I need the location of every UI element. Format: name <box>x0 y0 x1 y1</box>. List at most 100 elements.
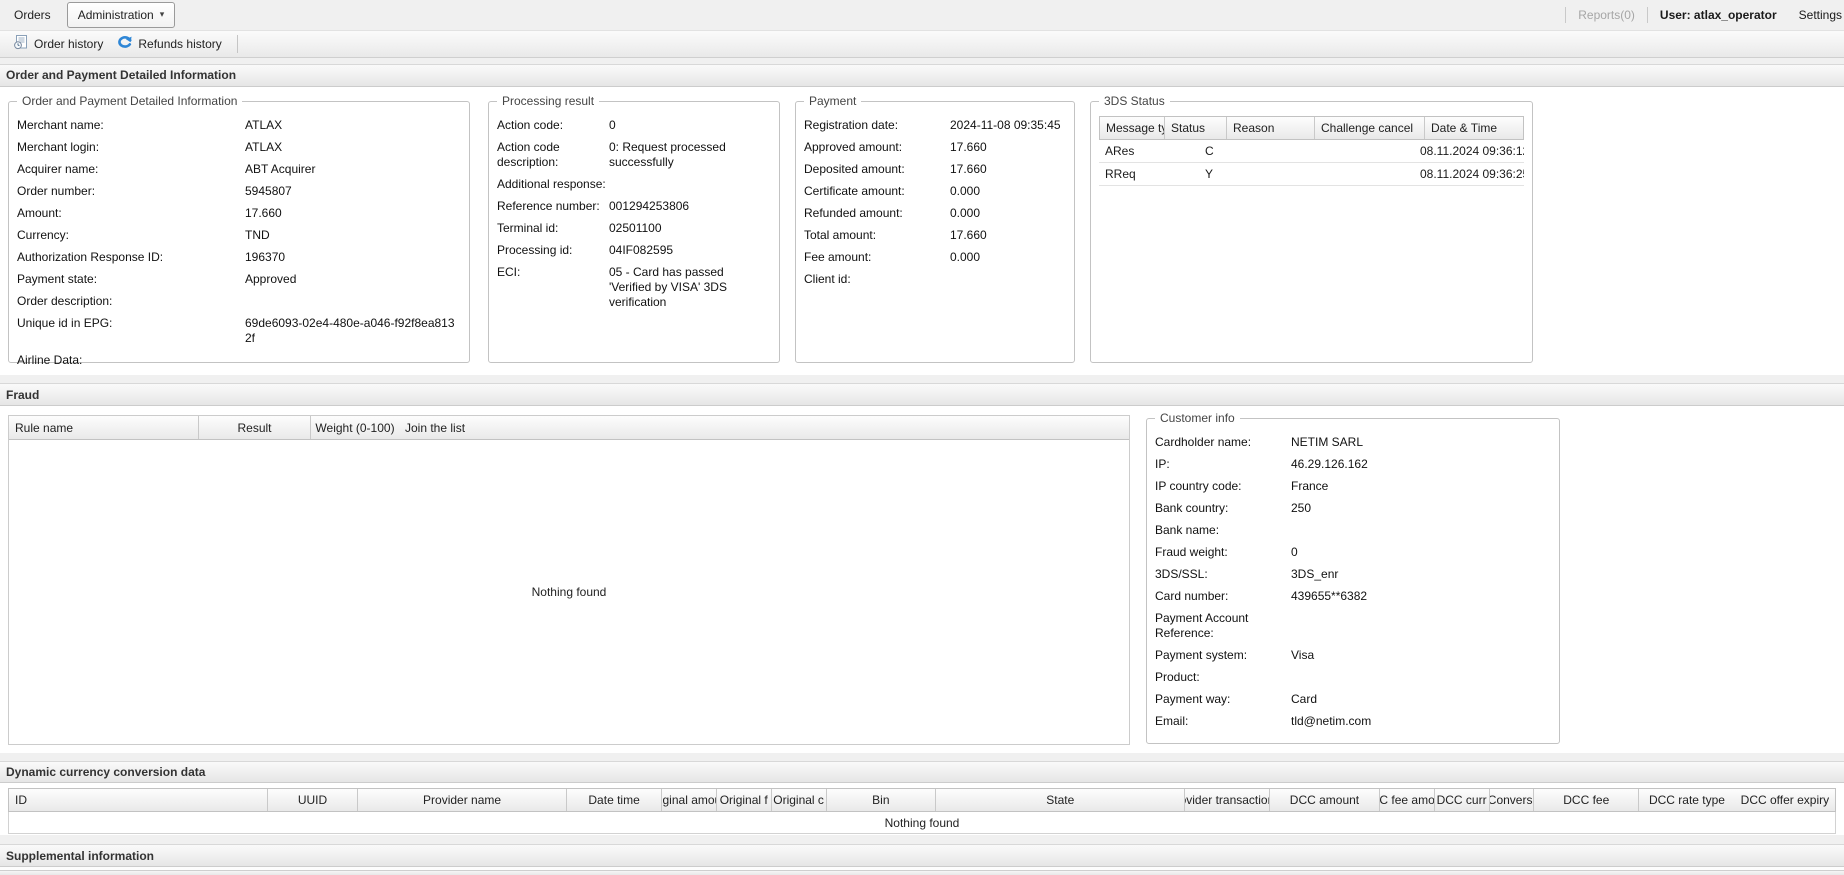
column-header: DCC fee <box>1534 789 1640 812</box>
administration-label: Administration <box>77 7 154 22</box>
dds-status-legend: 3DS Status <box>1099 93 1170 108</box>
field-row: Terminal id: 02501100 <box>497 221 771 236</box>
field-label: Payment way: <box>1155 692 1231 707</box>
field-label: Cardholder name: <box>1155 435 1252 450</box>
field-value <box>609 177 767 192</box>
field-row: IP: 46.29.126.162 <box>1155 457 1551 472</box>
field-row: Approved amount: 17.660 <box>804 140 1066 155</box>
field-row: Fraud weight: 0 <box>1155 545 1551 560</box>
cell-reason <box>1264 140 1326 162</box>
field-label: Additional response: <box>497 176 606 191</box>
field-row: Acquirer name: ABT Acquirer <box>17 162 461 177</box>
cell-challenge-cancel <box>1326 140 1414 162</box>
table-row: ARes C 08.11.2024 09:36:12 <box>1099 139 1524 163</box>
field-row: Amount: 17.660 <box>17 206 461 221</box>
dds-status-table-header: Message typeStatusReasonChallenge cancel… <box>1099 115 1524 140</box>
section-header-main: Order and Payment Detailed Information <box>0 63 1844 87</box>
field-value: Approved <box>245 271 297 286</box>
section-header-dcc: Dynamic currency conversion data <box>0 760 1844 784</box>
field-row: Merchant login: ATLAX <box>17 140 461 155</box>
order-info-rows: Merchant name: ATLAX Merchant login: ATL… <box>9 102 469 381</box>
settings-link[interactable]: Settings <box>1799 8 1844 22</box>
field-label: ECI: <box>497 264 521 279</box>
refunds-history-label: Refunds history <box>138 36 222 51</box>
field-value: 02501100 <box>609 220 662 235</box>
order-history-icon <box>13 34 29 53</box>
field-label: Email: <box>1155 714 1189 729</box>
payment-legend: Payment <box>804 93 862 108</box>
column-header: Date time <box>567 789 662 812</box>
column-header: Join the list <box>405 420 466 435</box>
field-label: Reference number: <box>497 198 600 213</box>
field-row: IP country code: France <box>1155 479 1551 494</box>
dds-status-fieldset: 3DS Status Message typeStatusReasonChall… <box>1090 93 1533 363</box>
field-row: Registration date: 2024-11-08 09:35:45 <box>804 118 1066 133</box>
field-row: Reference number: 001294253806 <box>497 199 771 214</box>
top-menu-bar: Orders Administration ▾ Reports(0) User:… <box>0 0 1844 30</box>
field-label: Deposited amount: <box>804 161 905 176</box>
fraud-table-header: Rule name Result Weight (0-100) Join the li… <box>9 416 1129 441</box>
field-label: Card number: <box>1155 589 1229 604</box>
field-value: France <box>1291 479 1329 494</box>
field-row: Processing id: 04IF082595 <box>497 243 771 258</box>
toolbar: Order history Refunds history <box>0 29 1844 58</box>
field-label: Product: <box>1155 670 1200 685</box>
spacer <box>0 835 1844 845</box>
field-row: Refunded amount: 0.000 <box>804 206 1066 221</box>
field-value: 0.000 <box>950 249 981 264</box>
column-header: Reason <box>1227 116 1315 139</box>
field-row: Unique id in EPG: 69de6093-02e4-480e-a04… <box>17 316 461 346</box>
field-label: Unique id in EPG: <box>17 315 113 330</box>
field-row: Client id: <box>804 272 1066 287</box>
column-header: ID <box>9 789 269 812</box>
field-value: 3DS_enr <box>1291 567 1339 582</box>
field-value: 05 - Card has passed 'Verified by VISA' … <box>609 264 727 309</box>
field-label: Merchant login: <box>17 139 100 154</box>
field-value: ATLAX <box>245 117 283 132</box>
field-value: 17.660 <box>950 227 987 242</box>
tab-orders[interactable]: Orders <box>0 8 65 22</box>
table-row: RReq Y 08.11.2024 09:36:25 <box>1099 162 1524 186</box>
field-label: Fraud weight: <box>1155 545 1228 560</box>
field-row: Deposited amount: 17.660 <box>804 162 1066 177</box>
refunds-history-button[interactable]: Refunds history <box>110 31 228 56</box>
main-detail-panel: Order and Payment Detailed Information M… <box>0 86 1844 376</box>
field-row: Authorization Response ID: 196370 <box>17 250 461 265</box>
field-label: Fee amount: <box>804 249 872 264</box>
section-title: Order and Payment Detailed Information <box>6 68 237 83</box>
field-label: Payment state: <box>17 271 98 286</box>
field-value: 5945807 <box>245 183 292 198</box>
field-label: Order description: <box>17 293 113 308</box>
dds-status-table-body: ARes C 08.11.2024 09:36:12 RReq Y 08.11.… <box>1099 139 1524 186</box>
fraud-table: Rule name Result Weight (0-100) Join the li… <box>8 415 1130 746</box>
field-label: Airline Data: <box>17 352 83 367</box>
administration-menu-button[interactable]: Administration ▾ <box>66 1 176 28</box>
field-label: Registration date: <box>804 117 899 132</box>
column-header: Original amount <box>662 789 717 812</box>
cell-message-type: ARes <box>1105 143 1135 158</box>
section-header-fraud: Fraud <box>0 383 1844 407</box>
column-header: Date & Time <box>1431 120 1498 135</box>
field-row: 3DS/SSL: 3DS_enr <box>1155 567 1551 582</box>
field-value: 04IF082595 <box>609 242 674 257</box>
field-value: Visa <box>1291 648 1315 663</box>
field-row: Certificate amount: 0.000 <box>804 184 1066 199</box>
column-header: Conversi <box>1490 789 1535 812</box>
field-value: 2024-11-08 09:35:45 <box>950 117 1061 132</box>
field-row: Action code: 0 <box>497 118 771 133</box>
field-label: Approved amount: <box>804 139 903 154</box>
field-row: Card number: 439655**6382 <box>1155 589 1551 604</box>
order-info-fieldset: Order and Payment Detailed Information M… <box>8 93 470 367</box>
dds-status-table: Message typeStatusReasonChallenge cancel… <box>1099 115 1524 186</box>
field-label: Action code description: <box>497 139 560 169</box>
column-header: DCC rate type <box>1648 793 1725 808</box>
field-label: Payment system: <box>1155 648 1248 663</box>
order-history-button[interactable]: Order history <box>6 31 110 56</box>
separator <box>236 34 238 53</box>
column-header: Provider transaction id <box>1185 789 1271 812</box>
column-header: State <box>936 789 1186 812</box>
app-window: Orders Administration ▾ Reports(0) User:… <box>0 0 1844 875</box>
field-row: Bank country: 250 <box>1155 501 1551 516</box>
column-header: Original f <box>717 789 772 812</box>
dcc-panel: IDUUIDProvider nameDate timeOriginal amo… <box>0 783 1844 836</box>
